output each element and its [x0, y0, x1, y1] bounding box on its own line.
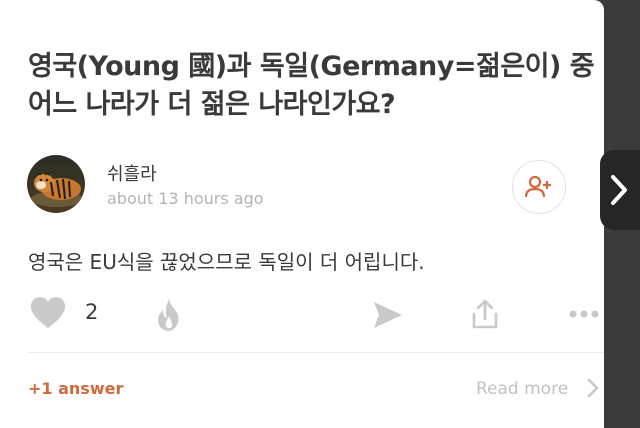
answer-card: 영국(Young 國)과 독일(Germany=젊은이) 중 어느 나라가 더 …: [0, 0, 604, 428]
heart-icon[interactable]: [30, 296, 66, 330]
question-title-line-2: 어느 나라가 더 젊은 나라인가요?: [28, 89, 396, 120]
answer-count-link[interactable]: +1 answer: [28, 379, 123, 398]
chevron-right-icon: [611, 175, 627, 205]
avatar[interactable]: [27, 155, 85, 213]
next-card-tab[interactable]: [600, 150, 640, 230]
answer-text: 영국은 EU식을 끊었으므로 독일이 더 어립니다.: [28, 250, 425, 274]
answer-timestamp: about 13 hours ago: [107, 189, 264, 208]
share-arrow-icon[interactable]: [372, 300, 404, 330]
divider: [28, 352, 604, 353]
question-title-line-1: 영국(Young 國)과 독일(Germany=젊은이) 중: [28, 51, 595, 82]
upload-icon[interactable]: [470, 298, 500, 330]
question-title[interactable]: 영국(Young 國)과 독일(Germany=젊은이) 중 어느 나라가 더 …: [28, 48, 598, 124]
add-user-icon: [525, 175, 551, 198]
fire-icon[interactable]: [154, 298, 184, 332]
tiger-avatar-icon: [27, 155, 85, 213]
more-dots-icon[interactable]: [568, 309, 600, 319]
author-name[interactable]: 쉬흘라: [107, 160, 157, 186]
read-more-link[interactable]: Read more: [476, 379, 568, 399]
follow-user-button[interactable]: [512, 160, 566, 214]
like-count: 2: [85, 300, 99, 324]
chevron-right-icon[interactable]: [587, 378, 599, 398]
